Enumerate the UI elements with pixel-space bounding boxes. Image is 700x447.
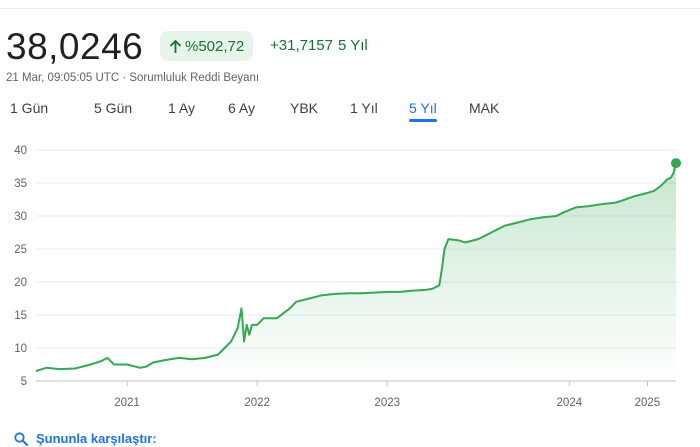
y-tick-label: 30 xyxy=(14,211,27,223)
latest-price-point[interactable] xyxy=(671,158,681,169)
top-divider xyxy=(0,0,700,9)
y-tick-label: 15 xyxy=(14,310,27,322)
change-period: 5 Yıl xyxy=(337,37,368,54)
tab-ytd[interactable]: YBK xyxy=(290,100,318,116)
tab-6-month[interactable]: 6 Ay xyxy=(228,100,255,116)
tab-1-year[interactable]: 1 Yıl xyxy=(350,100,378,116)
absolute-change-value: +31,7157 xyxy=(270,37,333,54)
x-tick-label: 2021 xyxy=(114,397,140,409)
search-icon xyxy=(14,431,28,446)
y-axis-ticks: 5 10 15 20 25 30 35 40 xyxy=(14,145,27,388)
current-price: 38,0246 xyxy=(6,26,144,67)
arrow-up-icon xyxy=(169,39,182,53)
tab-max[interactable]: MAK xyxy=(469,100,499,116)
price-chart: 510152025303540 2021 2022 2023 2024 2025 xyxy=(14,145,681,409)
x-tick-label: 2023 xyxy=(374,397,400,409)
absolute-change: +31,7157 5 Yıl xyxy=(270,37,368,54)
y-tick-label: 40 xyxy=(14,145,27,157)
tab-1-day[interactable]: 1 Gün xyxy=(10,100,48,116)
percent-change-value: %502,72 xyxy=(185,37,245,55)
percent-change-badge: %502,72 xyxy=(160,31,254,61)
tab-1-month[interactable]: 1 Ay xyxy=(168,100,195,116)
x-axis-ticks: 2021 2022 2023 2024 2025 xyxy=(114,381,660,409)
y-tick-label: 35 xyxy=(14,178,27,190)
x-tick-label: 2022 xyxy=(244,397,270,409)
y-tick-label: 20 xyxy=(14,277,27,289)
x-tick-label: 2025 xyxy=(635,397,661,409)
y-tick-label: 25 xyxy=(14,244,27,256)
tab-5-year[interactable]: 5 Yıl xyxy=(409,100,437,122)
x-tick-label: 2024 xyxy=(557,397,583,409)
quote-timestamp: 21 Mar, 09:05:05 UTC · Sorumluluk Reddi … xyxy=(6,72,260,84)
y-tick-label: 5 xyxy=(21,376,27,388)
compare-label: Şununla karşılaştır: xyxy=(36,431,157,446)
compare-link[interactable]: Şununla karşılaştır: xyxy=(14,431,157,446)
tab-5-day[interactable]: 5 Gün xyxy=(94,100,132,116)
y-tick-label: 10 xyxy=(14,343,27,355)
